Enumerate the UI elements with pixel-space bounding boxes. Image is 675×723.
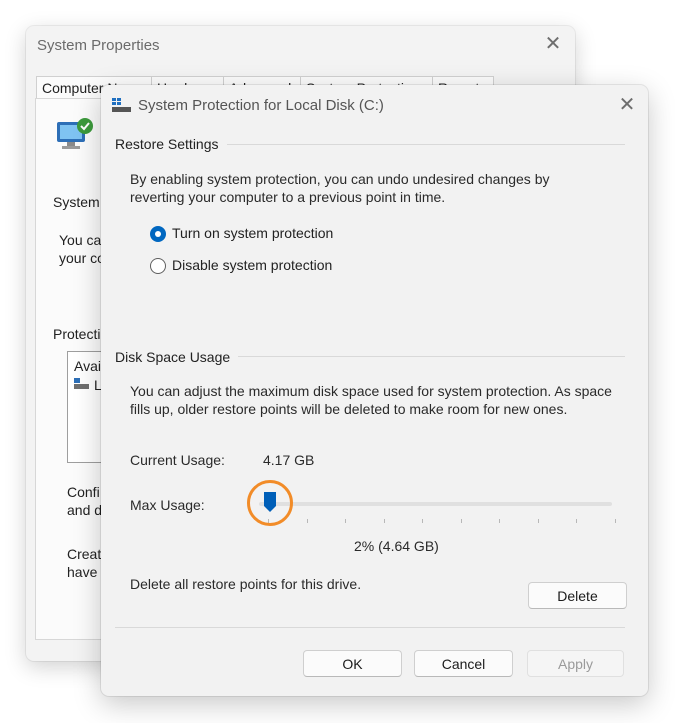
slider-tick bbox=[461, 519, 462, 523]
max-usage-label: Max Usage: bbox=[130, 497, 205, 513]
disk-description-line2: fills up, older restore points will be d… bbox=[130, 401, 568, 417]
buttons-divider bbox=[115, 627, 625, 628]
max-usage-slider-thumb[interactable] bbox=[264, 492, 276, 512]
ok-button[interactable]: OK bbox=[303, 650, 402, 677]
available-drives-fragment: Avai bbox=[74, 358, 101, 374]
drive-icon bbox=[112, 98, 131, 112]
disable-label[interactable]: Disable system protection bbox=[172, 257, 332, 273]
current-usage-value: 4.17 GB bbox=[263, 452, 315, 468]
disk-usage-heading: Disk Space Usage bbox=[115, 349, 239, 365]
slider-tick bbox=[615, 519, 616, 523]
create-fragment-1: Creat bbox=[67, 546, 102, 562]
slider-tick bbox=[422, 519, 423, 523]
delete-description: Delete all restore points for this drive… bbox=[130, 576, 362, 592]
turn-on-label[interactable]: Turn on system protection bbox=[172, 225, 333, 241]
configure-fragment-1: Confi bbox=[67, 484, 100, 500]
slider-tick bbox=[384, 519, 385, 523]
slider-tick bbox=[345, 519, 346, 523]
close-icon[interactable]: ✕ bbox=[543, 34, 563, 54]
restore-settings-heading: Restore Settings bbox=[115, 136, 227, 152]
delete-button[interactable]: Delete bbox=[528, 582, 627, 609]
slider-tick bbox=[499, 519, 500, 523]
slider-tick bbox=[307, 519, 308, 523]
dialog-title: System Protection for Local Disk (C:) bbox=[138, 97, 384, 114]
restore-description-line2: reverting your computer to a previous po… bbox=[130, 189, 446, 205]
protection-label-fragment: Protecti bbox=[53, 326, 101, 342]
turn-on-radio[interactable] bbox=[150, 226, 166, 242]
current-usage-label: Current Usage: bbox=[130, 452, 225, 468]
configure-fragment-2: and d bbox=[67, 502, 103, 518]
drive-icon bbox=[74, 378, 89, 389]
apply-button[interactable]: Apply bbox=[527, 650, 624, 677]
slider-tick bbox=[538, 519, 539, 523]
system-protection-dialog: System Protection for Local Disk (C:) ✕ … bbox=[101, 85, 648, 696]
disk-description-line1: You can adjust the maximum disk space us… bbox=[130, 383, 612, 399]
close-icon[interactable]: ✕ bbox=[617, 95, 637, 115]
slider-tick bbox=[576, 519, 577, 523]
computer-shield-icon bbox=[57, 118, 93, 149]
cancel-button[interactable]: Cancel bbox=[414, 650, 513, 677]
slider-tick bbox=[268, 519, 269, 523]
max-usage-value: 2% (4.64 GB) bbox=[354, 538, 439, 554]
description-fragment-1: You ca bbox=[59, 232, 102, 248]
restore-description-line1: By enabling system protection, you can u… bbox=[130, 171, 550, 187]
system-label-fragment: System bbox=[53, 194, 100, 210]
disable-radio[interactable] bbox=[150, 258, 166, 274]
description-fragment-2: your co bbox=[59, 250, 105, 266]
create-fragment-2: have bbox=[67, 564, 98, 580]
max-usage-slider-track[interactable] bbox=[259, 502, 612, 506]
system-properties-title: System Properties bbox=[37, 37, 160, 54]
